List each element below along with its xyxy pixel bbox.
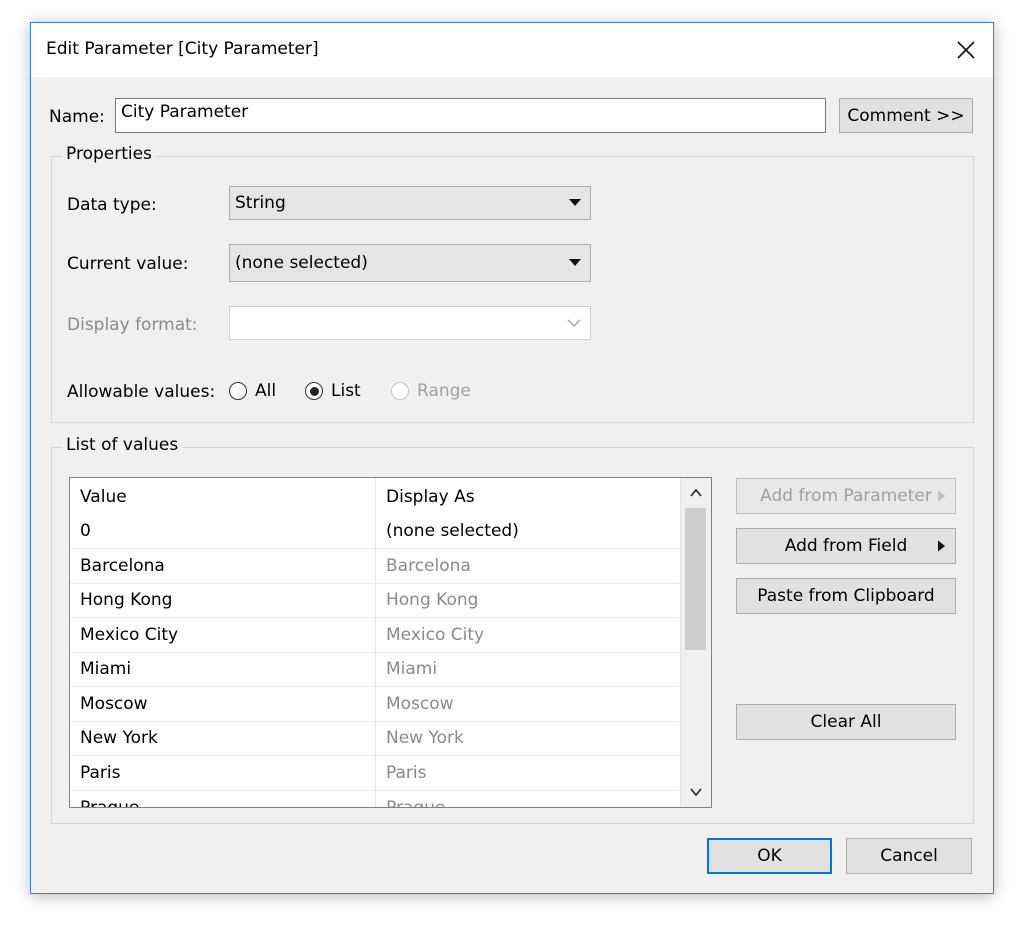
add-from-parameter-label: Add from Parameter <box>760 486 932 506</box>
allowable-values-label: Allowable values: <box>67 382 216 402</box>
cell-value[interactable]: Barcelona <box>80 549 370 583</box>
comment-button[interactable]: Comment >> <box>839 98 973 133</box>
scroll-down-button[interactable] <box>681 777 711 807</box>
vertical-scrollbar[interactable] <box>680 478 711 807</box>
cell-value[interactable]: Hong Kong <box>80 583 370 617</box>
caret-down-icon <box>569 199 581 206</box>
table-row[interactable]: New York New York <box>70 721 679 756</box>
radio-circle-selected <box>305 382 323 400</box>
table-row[interactable]: Barcelona Barcelona <box>70 549 679 584</box>
caret-right-icon <box>938 540 945 552</box>
properties-legend: Properties <box>62 144 156 164</box>
radio-circle <box>229 382 247 400</box>
ok-label: OK <box>757 846 782 866</box>
cancel-button[interactable]: Cancel <box>846 838 972 874</box>
cell-value[interactable]: Moscow <box>80 687 370 721</box>
cell-value[interactable]: 0 <box>80 514 370 548</box>
close-button[interactable] <box>939 23 993 77</box>
edit-parameter-dialog: Edit Parameter [City Parameter] Name: Ci… <box>30 22 994 894</box>
name-input-value: City Parameter <box>121 102 249 122</box>
close-icon <box>957 41 975 59</box>
cell-display-as[interactable]: Moscow <box>386 687 676 721</box>
radio-circle <box>391 382 409 400</box>
table-row[interactable]: Mexico City Mexico City <box>70 618 679 653</box>
table-row[interactable]: Miami Miami <box>70 652 679 687</box>
table-row[interactable]: Paris Paris <box>70 756 679 791</box>
table-row[interactable]: 0 (none selected) <box>70 514 679 549</box>
table-row[interactable]: Moscow Moscow <box>70 687 679 722</box>
radio-list-label: List <box>331 381 361 401</box>
comment-button-label: Comment >> <box>847 105 965 126</box>
cell-display-as[interactable]: Barcelona <box>386 549 676 583</box>
table-header-row: Value Display As <box>70 480 679 514</box>
column-header-value[interactable]: Value <box>80 480 370 514</box>
list-of-values-legend: List of values <box>62 435 183 455</box>
title-bar: Edit Parameter [City Parameter] <box>31 23 993 77</box>
cell-display-as[interactable]: Paris <box>386 756 676 790</box>
cell-value[interactable]: Paris <box>80 756 370 790</box>
table-row[interactable]: Prague Prague <box>70 791 679 807</box>
radio-list[interactable]: List <box>305 381 361 401</box>
radio-all-label: All <box>255 381 277 401</box>
clear-all-label: Clear All <box>810 712 882 732</box>
chevron-down-icon <box>690 788 702 796</box>
caret-right-icon <box>938 490 945 502</box>
cell-display-as[interactable]: Miami <box>386 652 676 686</box>
data-type-value: String <box>235 193 286 213</box>
values-table: Value Display As 0 (none selected) Barce… <box>69 477 712 808</box>
radio-range: Range <box>391 381 471 401</box>
scrollbar-thumb[interactable] <box>685 508 706 650</box>
data-type-dropdown[interactable]: String <box>229 186 591 220</box>
data-type-label: Data type: <box>67 195 157 215</box>
dialog-title: Edit Parameter [City Parameter] <box>46 39 319 59</box>
cell-value[interactable]: New York <box>80 721 370 755</box>
chevron-up-icon <box>690 489 702 497</box>
cell-value[interactable]: Mexico City <box>80 618 370 652</box>
chevron-down-icon <box>567 319 581 327</box>
cancel-label: Cancel <box>880 846 938 866</box>
radio-all[interactable]: All <box>229 381 276 401</box>
caret-down-icon <box>569 259 581 266</box>
add-from-parameter-button: Add from Parameter <box>736 478 956 514</box>
name-input[interactable]: City Parameter <box>115 98 826 133</box>
name-label: Name: <box>49 107 105 127</box>
cell-value[interactable]: Prague <box>80 791 370 807</box>
table-row[interactable]: Hong Kong Hong Kong <box>70 583 679 618</box>
paste-from-clipboard-button[interactable]: Paste from Clipboard <box>736 578 956 614</box>
current-value-value: (none selected) <box>235 253 368 273</box>
scroll-up-button[interactable] <box>681 478 711 508</box>
cell-display-as[interactable]: Hong Kong <box>386 583 676 617</box>
current-value-dropdown[interactable]: (none selected) <box>229 244 591 282</box>
cell-display-as[interactable]: New York <box>386 721 676 755</box>
display-format-label: Display format: <box>67 315 198 335</box>
display-format-dropdown <box>229 306 591 340</box>
column-header-display-as[interactable]: Display As <box>386 480 676 514</box>
cell-display-as[interactable]: (none selected) <box>386 514 676 548</box>
cell-value[interactable]: Miami <box>80 652 370 686</box>
clear-all-button[interactable]: Clear All <box>736 704 956 740</box>
add-from-field-button[interactable]: Add from Field <box>736 528 956 564</box>
add-from-field-label: Add from Field <box>784 536 908 556</box>
paste-from-clipboard-label: Paste from Clipboard <box>757 586 935 606</box>
cell-display-as[interactable]: Prague <box>386 791 676 807</box>
cell-display-as[interactable]: Mexico City <box>386 618 676 652</box>
current-value-label: Current value: <box>67 254 189 274</box>
ok-button[interactable]: OK <box>707 838 832 874</box>
radio-range-label: Range <box>417 381 471 401</box>
